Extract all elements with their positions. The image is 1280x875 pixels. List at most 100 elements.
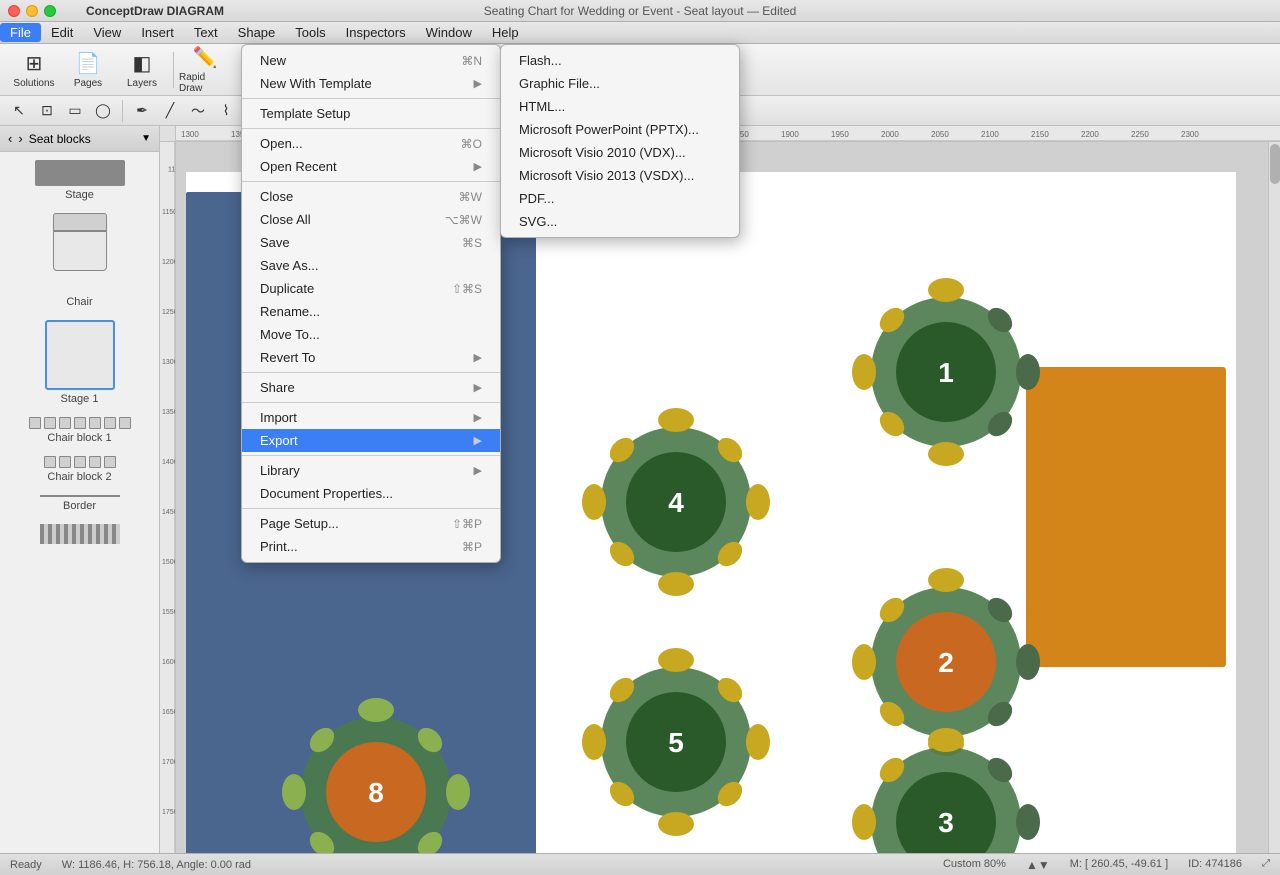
menu-close[interactable]: Close ⌘W xyxy=(242,185,500,208)
svg-text:1600: 1600 xyxy=(162,659,176,666)
select-tool[interactable]: ↖ xyxy=(6,98,32,124)
status-coordinates: M: [ 260.45, -49.61 ] xyxy=(1070,858,1168,872)
toolbar-rapiddraw[interactable]: ✏️ Rapid Draw xyxy=(179,47,231,93)
menu-edit[interactable]: Edit xyxy=(41,23,83,42)
striped-shape[interactable] xyxy=(40,524,120,544)
toolbar-pages[interactable]: 📄 Pages xyxy=(62,47,114,93)
sidebar-content: Stage Chair Stage 1 xyxy=(0,152,159,853)
menu-new-template[interactable]: New With Template ▶ xyxy=(242,72,500,95)
menu-template-setup[interactable]: Template Setup xyxy=(242,102,500,125)
svg-text:2300: 2300 xyxy=(1181,130,1199,139)
line-tool[interactable]: ╱ xyxy=(157,98,183,124)
chair-shape-preview[interactable] xyxy=(50,213,110,293)
zoom-stepper[interactable]: ▲▼ xyxy=(1026,858,1050,872)
svg-text:5: 5 xyxy=(668,727,684,758)
shape-preview-chairblock1 xyxy=(8,417,151,429)
connector-tool[interactable]: ⌇ xyxy=(213,98,239,124)
toolbar-solutions[interactable]: ⊞ Solutions xyxy=(8,47,60,93)
zoom-level[interactable]: Custom 80% xyxy=(943,858,1006,872)
menu-inspectors[interactable]: Inspectors xyxy=(336,23,416,42)
shape-item-striped xyxy=(8,524,151,547)
menu-rename[interactable]: Rename... xyxy=(242,300,500,323)
menu-doc-properties[interactable]: Document Properties... xyxy=(242,482,500,505)
export-svg[interactable]: SVG... xyxy=(501,210,739,233)
scrollbar-thumb-v[interactable] xyxy=(1270,144,1280,184)
menu-text[interactable]: Text xyxy=(184,23,228,42)
export-graphic[interactable]: Graphic File... xyxy=(501,72,739,95)
chair-back xyxy=(53,213,107,231)
v-ruler-svg: 1100 1150 1200 1250 1300 1350 1400 1450 … xyxy=(160,142,176,853)
mc10 xyxy=(74,456,86,468)
shape-item-border: Border xyxy=(8,495,151,512)
ellipse-tool[interactable]: ◯ xyxy=(90,98,116,124)
export-pptx[interactable]: Microsoft PowerPoint (PPTX)... xyxy=(501,118,739,141)
chairblock2-label: Chair block 2 xyxy=(47,471,111,483)
menu-print[interactable]: Print... ⌘P xyxy=(242,535,500,558)
shape-item-chairblock2: Chair block 2 xyxy=(8,456,151,483)
menu-export[interactable]: Export ▶ xyxy=(242,429,500,452)
border-shape[interactable] xyxy=(40,495,120,497)
svg-text:1150: 1150 xyxy=(162,209,176,216)
stage-shape-preview[interactable] xyxy=(35,160,125,186)
status-ready: Ready xyxy=(10,859,42,871)
sidebar: ‹ › Seat blocks ▼ Stage xyxy=(0,126,160,853)
rapiddraw-icon: ✏️ xyxy=(193,45,218,70)
menu-window[interactable]: Window xyxy=(416,23,482,42)
export-vsdx[interactable]: Microsoft Visio 2013 (VSDX)... xyxy=(501,164,739,187)
minimize-button[interactable] xyxy=(26,5,38,17)
menu-divider-7 xyxy=(242,508,500,509)
layers-icon: ◧ xyxy=(133,51,152,76)
menu-save-as[interactable]: Save As... xyxy=(242,254,500,277)
close-button[interactable] xyxy=(8,5,20,17)
menu-open[interactable]: Open... ⌘O xyxy=(242,132,500,155)
menu-share[interactable]: Share ▶ xyxy=(242,376,500,399)
toolbar-layers[interactable]: ◧ Layers xyxy=(116,47,168,93)
maximize-button[interactable] xyxy=(44,5,56,17)
menu-move-to[interactable]: Move To... xyxy=(242,323,500,346)
table-2: 2 xyxy=(852,568,1040,756)
menu-divider-1 xyxy=(242,98,500,99)
menu-file[interactable]: File xyxy=(0,23,41,42)
menu-new[interactable]: New ⌘N xyxy=(242,49,500,72)
menu-tools[interactable]: Tools xyxy=(285,23,335,42)
border-label: Border xyxy=(63,500,96,512)
chairblock2-shape[interactable] xyxy=(44,456,116,468)
svg-text:1950: 1950 xyxy=(831,130,849,139)
resize-icon: ⤢ xyxy=(1262,858,1270,872)
menu-view[interactable]: View xyxy=(83,23,131,42)
svg-text:1350: 1350 xyxy=(162,409,176,416)
scrollbar-v[interactable] xyxy=(1268,142,1280,853)
pen-tool[interactable]: ✒ xyxy=(129,98,155,124)
export-flash[interactable]: Flash... xyxy=(501,49,739,72)
stage-label: Stage xyxy=(65,189,94,201)
menu-close-all[interactable]: Close All ⌥⌘W xyxy=(242,208,500,231)
menu-open-recent[interactable]: Open Recent ▶ xyxy=(242,155,500,178)
sidebar-dropdown-btn[interactable]: ▼ xyxy=(141,133,151,144)
export-vdx[interactable]: Microsoft Visio 2010 (VDX)... xyxy=(501,141,739,164)
menu-revert[interactable]: Revert To ▶ xyxy=(242,346,500,369)
lasso-tool[interactable]: ⊡ xyxy=(34,98,60,124)
mc4 xyxy=(74,417,86,429)
menu-duplicate[interactable]: Duplicate ⇧⌘S xyxy=(242,277,500,300)
menu-import[interactable]: Import ▶ xyxy=(242,406,500,429)
rect-tool[interactable]: ▭ xyxy=(62,98,88,124)
svg-text:2: 2 xyxy=(938,647,954,678)
menu-save[interactable]: Save ⌘S xyxy=(242,231,500,254)
export-pdf[interactable]: PDF... xyxy=(501,187,739,210)
export-html[interactable]: HTML... xyxy=(501,95,739,118)
mc3 xyxy=(59,417,71,429)
svg-text:1700: 1700 xyxy=(162,759,176,766)
menu-help[interactable]: Help xyxy=(482,23,529,42)
sidebar-nav-prev[interactable]: ‹ xyxy=(8,131,12,146)
menu-shape[interactable]: Shape xyxy=(228,23,286,42)
shape-preview-border xyxy=(8,495,151,497)
sidebar-nav-next[interactable]: › xyxy=(18,131,22,146)
rapiddraw-label: Rapid Draw xyxy=(179,72,231,94)
curve-tool[interactable]: 〜 xyxy=(185,98,211,124)
chairblock1-shape[interactable] xyxy=(29,417,131,429)
menu-insert[interactable]: Insert xyxy=(131,23,184,42)
menu-page-setup[interactable]: Page Setup... ⇧⌘P xyxy=(242,512,500,535)
stage1-shape-preview[interactable] xyxy=(45,320,115,390)
menu-library[interactable]: Library ▶ xyxy=(242,459,500,482)
shape-preview-stage xyxy=(8,160,151,186)
